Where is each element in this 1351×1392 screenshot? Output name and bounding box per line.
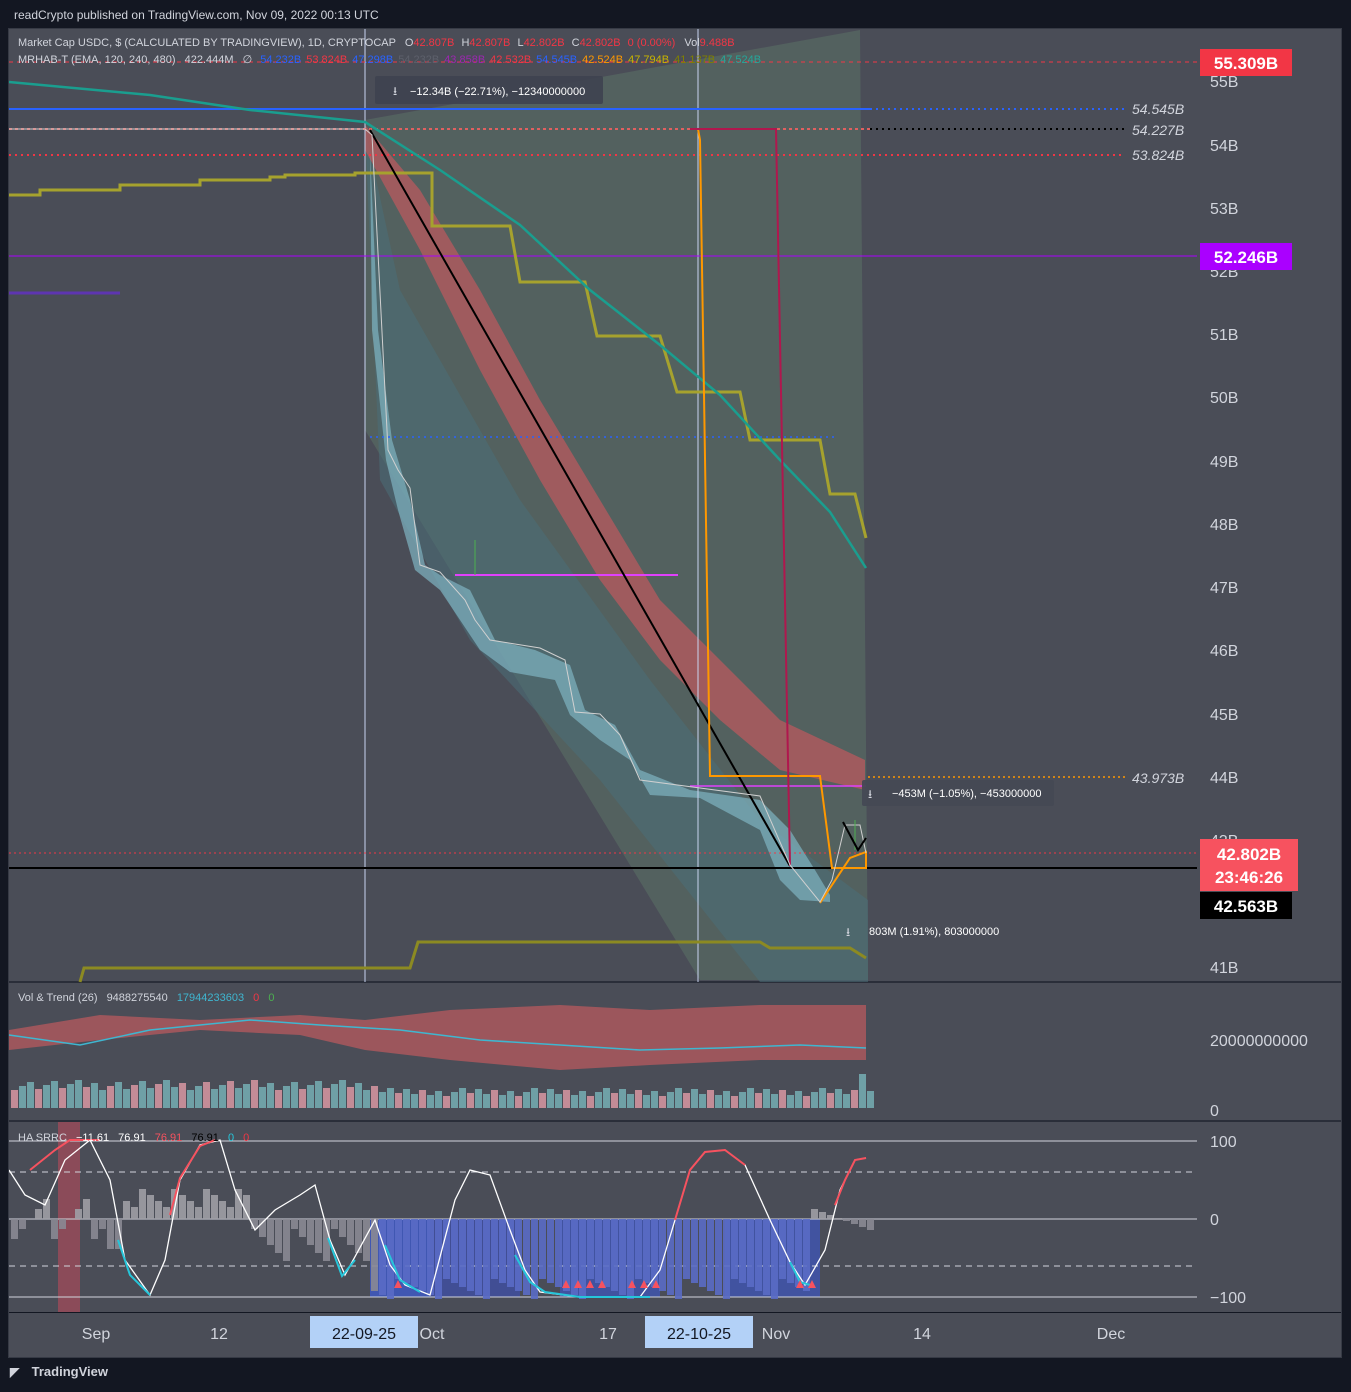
chart-frame (8, 28, 1342, 1358)
footer-brand: ◤ TradingView (10, 1364, 108, 1379)
footer-brand-text: TradingView (31, 1364, 108, 1379)
tradingview-logo-icon: ◤ (10, 1365, 20, 1379)
